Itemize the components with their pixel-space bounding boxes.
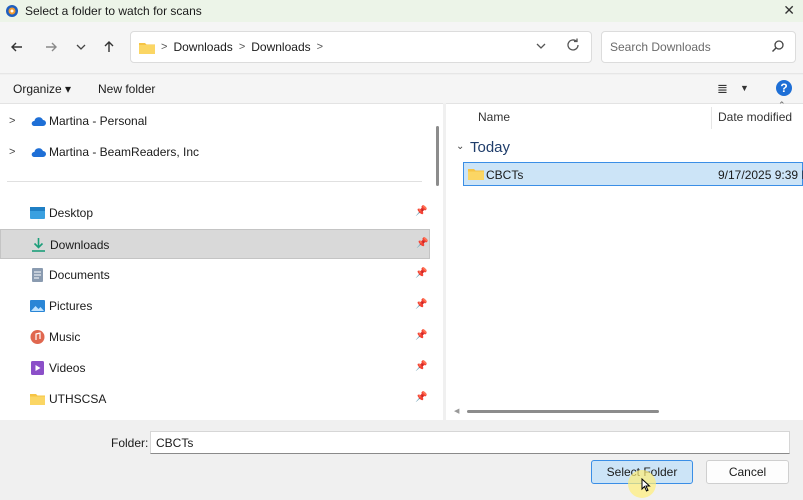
cancel-button[interactable]: Cancel bbox=[706, 460, 789, 484]
breadcrumb-item[interactable]: Downloads bbox=[173, 40, 232, 54]
scrollbar-thumb[interactable] bbox=[467, 410, 659, 413]
arrow-right-icon bbox=[46, 42, 57, 52]
sidebar-item-label: Videos bbox=[49, 361, 86, 375]
new-folder-button[interactable]: New folder bbox=[98, 82, 155, 96]
pin-icon[interactable]: 📌 bbox=[415, 268, 427, 279]
pin-icon[interactable]: 📌 bbox=[415, 330, 427, 341]
help-icon[interactable]: ? bbox=[776, 80, 792, 96]
pin-icon[interactable]: 📌 bbox=[415, 361, 427, 372]
file-list-pane: Name ⌃ Date modified ⌄ Today CBCTs 9/17/… bbox=[446, 100, 803, 420]
group-collapse-icon[interactable]: ⌄ bbox=[456, 141, 464, 152]
folder-label: Folder: bbox=[111, 436, 149, 450]
app-icon bbox=[6, 5, 18, 17]
search-box[interactable]: Search Downloads bbox=[601, 31, 796, 63]
search-icon[interactable] bbox=[771, 39, 785, 53]
chevron-right-icon[interactable]: > bbox=[239, 41, 245, 53]
chevron-down-icon bbox=[76, 44, 86, 50]
sidebar-item-downloads[interactable]: Downloads 📌 bbox=[0, 229, 430, 259]
arrow-left-icon bbox=[11, 42, 22, 52]
forward-button[interactable] bbox=[40, 36, 62, 58]
chevron-right-icon[interactable]: > bbox=[317, 41, 323, 53]
breadcrumb-item[interactable]: Downloads bbox=[251, 40, 310, 54]
navigation-bar: > Downloads > Downloads > Search Downloa… bbox=[0, 22, 803, 74]
tree-item-label: Martina - Personal bbox=[49, 114, 148, 128]
column-divider[interactable] bbox=[711, 107, 712, 129]
sidebar-item-desktop[interactable]: Desktop 📌 bbox=[0, 198, 430, 228]
chevron-right-icon[interactable]: > bbox=[9, 146, 15, 158]
organize-menu[interactable]: Organize ▾ bbox=[13, 82, 71, 96]
divider bbox=[7, 181, 422, 182]
sidebar-item-pictures[interactable]: Pictures 📌 bbox=[0, 291, 430, 321]
navigation-pane: > Martina - Personal > Martina - BeamRea… bbox=[0, 103, 443, 420]
documents-icon bbox=[32, 268, 43, 282]
folder-name-input[interactable] bbox=[150, 431, 790, 454]
sidebar-item-label: Downloads bbox=[50, 238, 110, 252]
chevron-right-icon: > bbox=[161, 41, 168, 53]
sidebar-item-documents[interactable]: Documents 📌 bbox=[0, 260, 430, 290]
dialog-footer: Folder: Select Folder Cancel bbox=[0, 420, 803, 500]
mouse-cursor-icon bbox=[641, 478, 651, 492]
file-date-modified: 9/17/2025 9:39 P bbox=[718, 168, 803, 182]
tree-item-onedrive-personal[interactable]: > Martina - Personal bbox=[0, 106, 430, 136]
sidebar-item-music[interactable]: Music 📌 bbox=[0, 322, 430, 352]
recent-locations-button[interactable] bbox=[70, 36, 92, 58]
pin-icon[interactable]: 📌 bbox=[415, 299, 427, 310]
sidebar-item-label: Pictures bbox=[49, 299, 93, 313]
view-dropdown-icon[interactable]: ▼ bbox=[740, 83, 749, 93]
folder-icon bbox=[468, 169, 484, 180]
chevron-right-icon[interactable]: > bbox=[9, 115, 15, 127]
scroll-left-icon[interactable]: ◀ bbox=[454, 407, 459, 415]
close-icon[interactable]: ✕ bbox=[783, 2, 795, 19]
up-button[interactable] bbox=[98, 36, 120, 58]
file-name: CBCTs bbox=[486, 168, 524, 182]
column-header-date-modified[interactable]: Date modified bbox=[718, 110, 792, 124]
back-button[interactable] bbox=[6, 36, 28, 58]
sidebar-item-label: Documents bbox=[49, 268, 110, 282]
folder-icon bbox=[30, 394, 45, 405]
pin-icon[interactable]: 📌 bbox=[415, 206, 427, 217]
pictures-icon bbox=[30, 300, 45, 312]
group-header-today[interactable]: Today bbox=[470, 139, 510, 156]
address-bar[interactable]: > Downloads > Downloads > bbox=[130, 31, 592, 63]
arrow-up-icon bbox=[104, 41, 114, 52]
sidebar-item-label: Music bbox=[49, 330, 81, 344]
sidebar-item-uthscsa[interactable]: UTHSCSA 📌 bbox=[0, 384, 430, 414]
search-input[interactable]: Search Downloads bbox=[610, 40, 711, 54]
refresh-icon[interactable] bbox=[565, 37, 581, 57]
desktop-icon bbox=[30, 207, 45, 219]
folder-icon bbox=[139, 42, 155, 54]
title-bar: Select a folder to watch for scans ✕ bbox=[0, 0, 803, 22]
window-title: Select a folder to watch for scans bbox=[25, 4, 202, 18]
cloud-icon bbox=[31, 116, 46, 126]
view-options-icon[interactable]: ≣ bbox=[717, 81, 728, 97]
tree-item-onedrive-business[interactable]: > Martina - BeamReaders, Inc bbox=[0, 137, 430, 167]
sidebar-item-videos[interactable]: Videos 📌 bbox=[0, 353, 430, 383]
file-row[interactable]: CBCTs 9/17/2025 9:39 P bbox=[463, 162, 803, 186]
cloud-icon bbox=[31, 147, 46, 157]
address-dropdown-icon[interactable] bbox=[535, 40, 547, 55]
column-header-name[interactable]: Name bbox=[478, 110, 510, 124]
download-icon bbox=[32, 238, 45, 252]
pin-icon[interactable]: 📌 bbox=[415, 392, 427, 403]
sidebar-item-label: Desktop bbox=[49, 206, 94, 220]
command-bar: Organize ▾ New folder ≣ ▼ ? bbox=[0, 75, 803, 103]
pin-icon[interactable]: 📌 bbox=[416, 238, 428, 249]
music-icon bbox=[30, 330, 45, 344]
vertical-scrollbar[interactable] bbox=[436, 126, 439, 186]
videos-icon bbox=[31, 361, 44, 375]
horizontal-scrollbar[interactable]: ◀ bbox=[450, 407, 803, 415]
tree-item-label: Martina - BeamReaders, Inc bbox=[49, 145, 200, 159]
sidebar-item-label: UTHSCSA bbox=[49, 392, 107, 406]
